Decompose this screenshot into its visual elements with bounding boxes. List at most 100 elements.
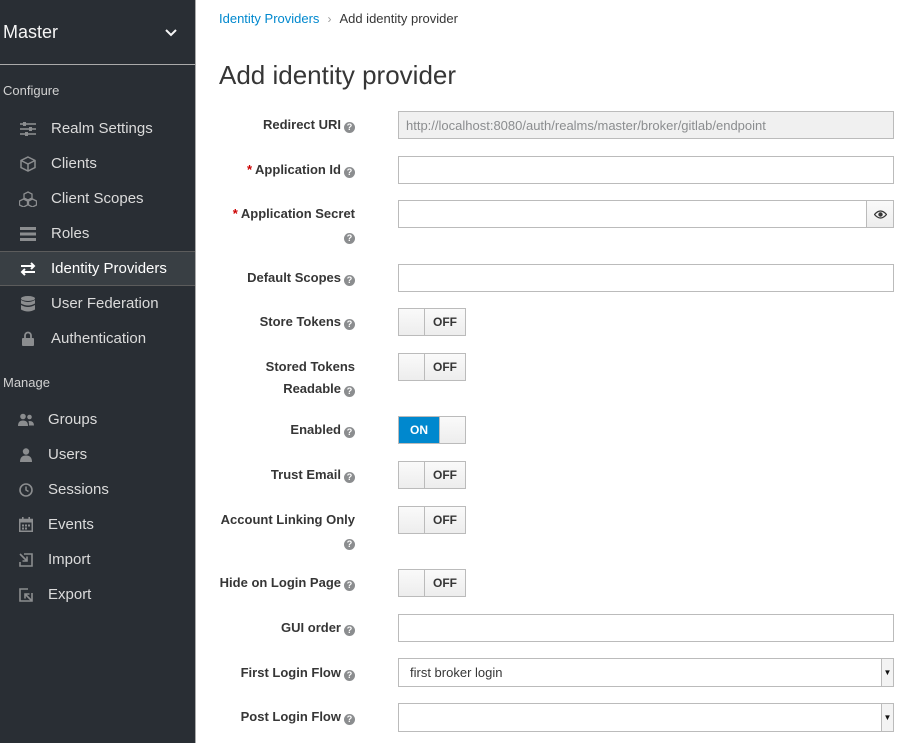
- application-id-label: Application Id: [255, 162, 341, 177]
- sidebar-item-roles[interactable]: Roles: [0, 216, 195, 251]
- sidebar-item-label: Groups: [48, 411, 98, 428]
- required-mark: *: [232, 206, 238, 221]
- sidebar-item-sessions[interactable]: Sessions: [0, 472, 195, 507]
- help-icon[interactable]: ?: [344, 714, 355, 725]
- realm-name: Master: [3, 21, 59, 42]
- application-id-input[interactable]: [398, 156, 894, 184]
- sidebar-item-label: Users: [48, 446, 88, 463]
- post-login-flow-label: Post Login Flow: [240, 709, 341, 724]
- sidebar-item-clients[interactable]: Clients: [0, 146, 195, 181]
- account-linking-only-label: Account Linking Only: [220, 512, 355, 527]
- help-icon[interactable]: ?: [344, 625, 355, 636]
- redirect-uri-field[interactable]: [398, 111, 894, 139]
- page-title: Add identity provider: [219, 60, 457, 90]
- sidebar-item-label: Sessions: [48, 481, 109, 498]
- sidebar-item-import[interactable]: Import: [0, 542, 195, 577]
- enabled-toggle[interactable]: ON: [398, 416, 466, 444]
- sidebar-item-label: User Federation: [51, 295, 159, 312]
- database-icon: [19, 295, 37, 312]
- default-scopes-label: Default Scopes: [247, 270, 341, 285]
- import-icon: [17, 552, 35, 568]
- help-icon[interactable]: ?: [344, 233, 355, 244]
- hide-on-login-page-label: Hide on Login Page: [219, 575, 341, 590]
- help-icon[interactable]: ?: [344, 580, 355, 591]
- cube-icon: [19, 155, 37, 172]
- stored-tokens-readable-toggle[interactable]: OFF: [398, 353, 466, 381]
- sidebar-item-groups[interactable]: Groups: [0, 402, 195, 437]
- breadcrumb-separator-icon: ›: [327, 12, 332, 26]
- redirect-uri-label: Redirect URI: [262, 117, 341, 132]
- sidebar-item-label: Realm Settings: [51, 120, 153, 137]
- help-icon[interactable]: ?: [344, 539, 355, 550]
- help-icon[interactable]: ?: [344, 427, 355, 438]
- gui-order-label: GUI order: [281, 620, 341, 635]
- toggle-knob: [399, 570, 425, 596]
- export-icon: [17, 587, 35, 603]
- sidebar-item-label: Clients: [51, 155, 97, 172]
- manage-section-title: Manage: [3, 375, 50, 390]
- toggle-state: ON: [399, 417, 439, 443]
- sidebar-item-client-scopes[interactable]: Client Scopes: [0, 181, 195, 216]
- sidebar-item-label: Authentication: [51, 330, 147, 347]
- toggle-knob: [399, 309, 425, 335]
- sidebar-item-user-federation[interactable]: User Federation: [0, 286, 195, 321]
- sidebar-item-identity-providers[interactable]: Identity Providers: [0, 251, 195, 286]
- cubes-icon: [19, 190, 37, 207]
- stored-tokens-readable-label-line2: Readable: [283, 381, 341, 396]
- eye-icon: [873, 207, 887, 222]
- help-icon[interactable]: ?: [344, 670, 355, 681]
- chevron-down-icon: [165, 25, 177, 40]
- configure-section-title: Configure: [3, 83, 60, 98]
- breadcrumb-identity-providers-link[interactable]: Identity Providers: [219, 11, 319, 26]
- help-icon[interactable]: ?: [344, 275, 355, 286]
- sidebar-item-export[interactable]: Export: [0, 577, 195, 612]
- help-icon[interactable]: ?: [344, 319, 355, 330]
- sidebar-item-authentication[interactable]: Authentication: [0, 321, 195, 356]
- user-icon: [17, 447, 35, 463]
- help-icon[interactable]: ?: [344, 472, 355, 483]
- toggle-knob: [439, 417, 465, 443]
- default-scopes-input[interactable]: [398, 264, 894, 292]
- first-login-flow-select[interactable]: first broker login ▼: [398, 658, 894, 687]
- users-icon: [17, 412, 35, 428]
- sidebar-item-events[interactable]: Events: [0, 507, 195, 542]
- list-icon: [19, 226, 37, 242]
- toggle-state: OFF: [425, 570, 465, 596]
- sidebar-item-realm-settings[interactable]: Realm Settings: [0, 111, 195, 146]
- sidebar-item-label: Import: [48, 551, 91, 568]
- clock-icon: [17, 482, 35, 498]
- toggle-knob: [399, 507, 425, 533]
- toggle-state: OFF: [425, 309, 465, 335]
- sidebar-item-users[interactable]: Users: [0, 437, 195, 472]
- application-secret-input[interactable]: [398, 200, 867, 228]
- gui-order-input[interactable]: [398, 614, 894, 642]
- caret-down-icon: ▼: [881, 704, 893, 731]
- sidebar-item-label: Export: [48, 586, 92, 603]
- help-icon[interactable]: ?: [344, 167, 355, 178]
- trust-email-toggle[interactable]: OFF: [398, 461, 466, 489]
- toggle-knob: [399, 354, 425, 380]
- exchange-icon: [19, 261, 37, 277]
- lock-icon: [19, 331, 37, 347]
- post-login-flow-select[interactable]: ▼: [398, 703, 894, 732]
- hide-on-login-page-toggle[interactable]: OFF: [398, 569, 466, 597]
- stored-tokens-readable-label: Stored Tokens: [265, 359, 355, 374]
- required-mark: *: [246, 162, 253, 177]
- store-tokens-toggle[interactable]: OFF: [398, 308, 466, 336]
- realm-selector[interactable]: Master: [0, 0, 195, 65]
- sidebar: Master Configure Realm Settings Clients …: [0, 0, 196, 743]
- sidebar-item-label: Events: [48, 516, 94, 533]
- trust-email-label: Trust Email: [270, 467, 341, 482]
- help-icon[interactable]: ?: [344, 122, 355, 133]
- breadcrumb-current: Add identity provider: [339, 11, 458, 26]
- sidebar-item-label: Client Scopes: [51, 190, 144, 207]
- application-secret-label: Application Secret: [240, 206, 355, 221]
- toggle-state: OFF: [425, 354, 465, 380]
- account-linking-only-toggle[interactable]: OFF: [398, 506, 466, 534]
- show-secret-button[interactable]: [867, 200, 894, 228]
- toggle-knob: [399, 462, 425, 488]
- enabled-label: Enabled: [290, 422, 341, 437]
- help-icon[interactable]: ?: [344, 386, 355, 397]
- caret-down-icon: ▼: [881, 659, 893, 686]
- breadcrumb: Identity Providers › Add identity provider: [219, 11, 458, 26]
